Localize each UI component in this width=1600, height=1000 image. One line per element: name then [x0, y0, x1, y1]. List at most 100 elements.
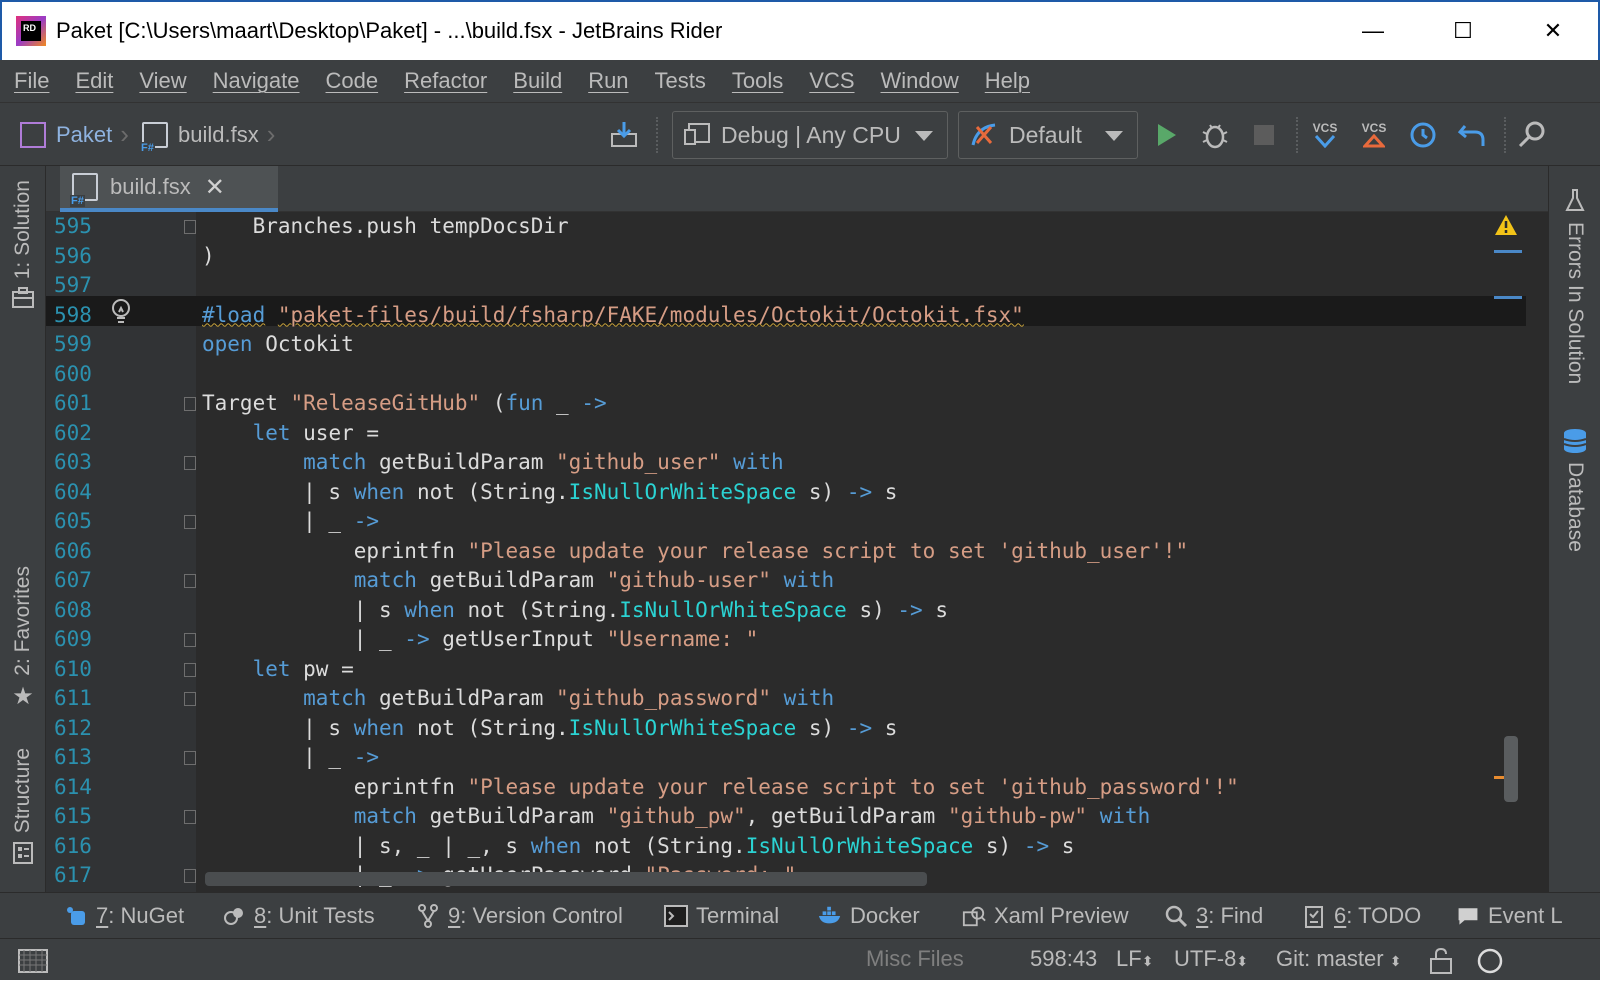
tool-nuget[interactable]: 7: NuGet: [64, 903, 184, 929]
fold-marker-icon[interactable]: [184, 220, 196, 234]
fold-marker-icon[interactable]: [184, 810, 196, 824]
tool-tab-structure[interactable]: Structure: [0, 748, 46, 865]
fold-marker-icon[interactable]: [184, 397, 196, 411]
tool-find[interactable]: 3: Find: [1164, 903, 1263, 929]
tool-xaml-preview[interactable]: Xaml Preview: [962, 903, 1128, 929]
build-config-dropdown[interactable]: Debug | Any CPU: [672, 111, 948, 159]
build-download-icon[interactable]: [608, 119, 640, 151]
code-line[interactable]: 606 eprintfn "Please update your release…: [46, 537, 1506, 567]
tool-tab-solution[interactable]: 1: Solution: [0, 180, 46, 309]
code-line[interactable]: 601 Target "ReleaseGitHub" (fun _ ->: [46, 389, 1506, 419]
code-line[interactable]: 605 | _ ->: [46, 507, 1506, 537]
tool-windows-toggle-icon[interactable]: [18, 949, 48, 973]
menu-view[interactable]: View: [139, 68, 186, 94]
menu-tools[interactable]: Tools: [732, 68, 783, 94]
inspection-status-icon[interactable]: [1476, 947, 1504, 975]
code-line[interactable]: 598 #load "paket-files/build/fsharp/FAKE/…: [46, 301, 1506, 331]
lightbulb-icon[interactable]: [110, 298, 132, 326]
menu-code[interactable]: Code: [326, 68, 379, 94]
warning-icon[interactable]: [1494, 214, 1518, 236]
tool-find-key: 3: [1196, 903, 1209, 928]
tool-tab-favorites[interactable]: 2: Favorites ★: [0, 566, 46, 711]
tool-docker[interactable]: Docker: [818, 903, 920, 929]
tool-terminal[interactable]: Terminal: [664, 903, 779, 929]
menu-tests[interactable]: Tests: [655, 68, 706, 94]
status-line-separator[interactable]: LF⬍: [1116, 946, 1153, 972]
status-context[interactable]: Misc Files: [866, 946, 964, 972]
code-line[interactable]: 599 open Octokit: [46, 330, 1506, 360]
fold-marker-icon[interactable]: [184, 692, 196, 706]
fold-marker-icon[interactable]: [184, 515, 196, 529]
code-line[interactable]: 600: [46, 360, 1506, 390]
breadcrumb-file[interactable]: build.fsx ›: [140, 119, 275, 154]
code-line[interactable]: 612 | s when not (String.IsNullOrWhiteSp…: [46, 714, 1506, 744]
code-line[interactable]: 602 let user =: [46, 419, 1506, 449]
tab-build-fsx[interactable]: build.fsx ✕: [60, 166, 278, 212]
fold-marker-icon[interactable]: [184, 574, 196, 588]
code-line[interactable]: 607 match getBuildParam "github-user" wi…: [46, 566, 1506, 596]
fold-marker-icon[interactable]: [184, 633, 196, 647]
tool-version-control[interactable]: 9: Version Control: [416, 903, 623, 929]
code-token: "github-pw": [947, 804, 1088, 828]
code-line[interactable]: 611 match getBuildParam "github_password…: [46, 684, 1506, 714]
tool-unit-tests[interactable]: 8: Unit Tests: [222, 903, 375, 929]
scroll-marker[interactable]: [1494, 250, 1522, 253]
breadcrumb-project[interactable]: Paket ›: [20, 119, 129, 150]
stop-icon[interactable]: [1248, 119, 1280, 151]
menu-vcs[interactable]: VCS: [809, 68, 854, 94]
code-line[interactable]: 610 let pw =: [46, 655, 1506, 685]
menu-window[interactable]: Window: [881, 68, 959, 94]
tool-tab-database[interactable]: Database: [1549, 428, 1600, 552]
search-everywhere-icon[interactable]: [1516, 119, 1548, 151]
status-encoding[interactable]: UTF-8⬍: [1174, 946, 1248, 972]
code-line[interactable]: 595 Branches.push tempDocsDir: [46, 212, 1506, 242]
menu-navigate[interactable]: Navigate: [213, 68, 300, 94]
lock-icon[interactable]: [1428, 947, 1454, 975]
minimize-button[interactable]: —: [1328, 2, 1418, 60]
menu-build[interactable]: Build: [513, 68, 562, 94]
scroll-marker[interactable]: [1494, 296, 1522, 299]
menu-refactor[interactable]: Refactor: [404, 68, 487, 94]
menu-file[interactable]: File: [14, 68, 49, 94]
code-line[interactable]: 609 | _ -> getUserInput "Username: ": [46, 625, 1506, 655]
tool-todo[interactable]: 6: TODO: [1302, 903, 1421, 929]
code-line[interactable]: 608 | s when not (String.IsNullOrWhiteSp…: [46, 596, 1506, 626]
code-line[interactable]: 603 match getBuildParam "github_user" wi…: [46, 448, 1506, 478]
fold-marker-icon[interactable]: [184, 751, 196, 765]
status-git-branch[interactable]: Git: master ⬍: [1276, 946, 1401, 972]
close-tab-icon[interactable]: ✕: [205, 173, 225, 202]
code-editor[interactable]: 595 Branches.push tempDocsDir 596) 597 598 #…: [46, 212, 1548, 910]
menu-edit[interactable]: Edit: [75, 68, 113, 94]
code-token: "github_pw": [606, 804, 746, 828]
code-line[interactable]: 614 eprintfn "Please update your release…: [46, 773, 1506, 803]
code-token: with: [1099, 804, 1151, 828]
tool-tab-errors-in-solution[interactable]: Errors In Solution: [1549, 188, 1600, 384]
fold-marker-icon[interactable]: [184, 869, 196, 883]
vertical-scrollbar-thumb[interactable]: [1504, 736, 1518, 802]
horizontal-scrollbar[interactable]: [205, 872, 927, 886]
code-line[interactable]: 616 | s, _ | _, s when not (String.IsNul…: [46, 832, 1506, 862]
flask-icon: [1565, 189, 1585, 211]
code-line[interactable]: 596): [46, 242, 1506, 272]
history-icon[interactable]: [1407, 119, 1439, 151]
revert-icon[interactable]: [1456, 119, 1488, 151]
fold-marker-icon[interactable]: [184, 456, 196, 470]
code-line[interactable]: 615 match getBuildParam "github_pw", get…: [46, 802, 1506, 832]
vcs-update-icon[interactable]: VCS: [1309, 119, 1341, 151]
debug-icon[interactable]: [1199, 119, 1231, 151]
code-line[interactable]: 604 | s when not (String.IsNullOrWhiteSp…: [46, 478, 1506, 508]
tool-event-log[interactable]: Event L: [1456, 903, 1563, 929]
run-icon[interactable]: [1150, 119, 1182, 151]
close-button[interactable]: ✕: [1508, 2, 1598, 60]
menu-run[interactable]: Run: [588, 68, 628, 94]
left-tool-strip: 1: Solution 2: Favorites ★ Structure: [0, 166, 46, 910]
status-caret-position[interactable]: 598:43: [1030, 946, 1097, 972]
maximize-button[interactable]: ☐: [1418, 2, 1508, 60]
menu-help[interactable]: Help: [985, 68, 1030, 94]
code-line[interactable]: 613 | _ ->: [46, 743, 1506, 773]
run-config-dropdown[interactable]: Default: [958, 111, 1138, 159]
fold-marker-icon[interactable]: [184, 662, 196, 677]
code-line[interactable]: 597: [46, 271, 1506, 301]
vcs-commit-icon[interactable]: VCS: [1358, 119, 1390, 151]
scroll-marker[interactable]: [1494, 776, 1504, 779]
